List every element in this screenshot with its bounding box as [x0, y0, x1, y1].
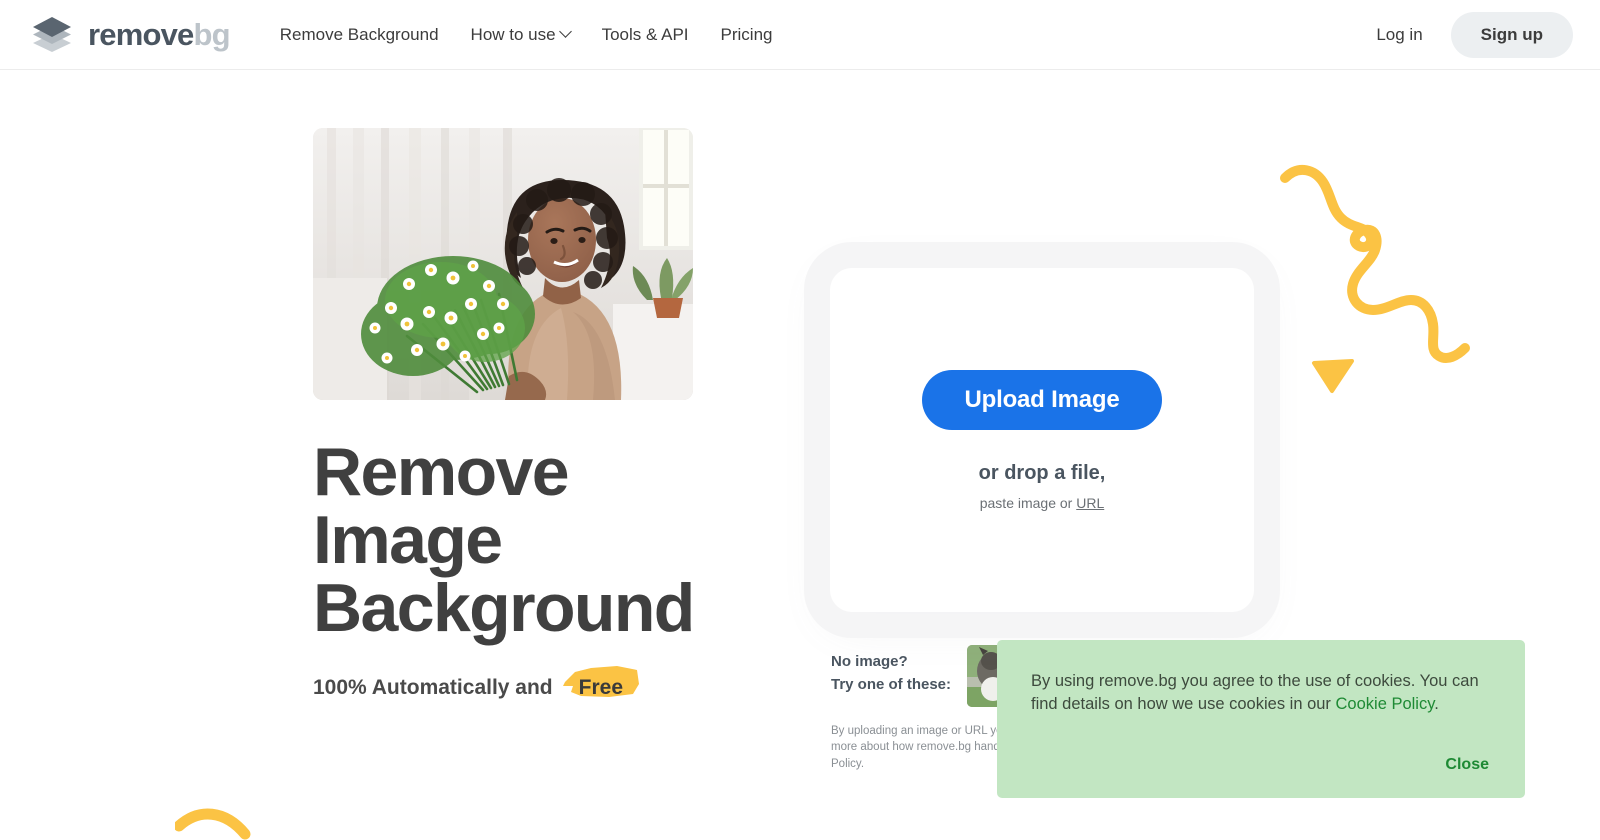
hero-subtitle-prefix: 100% Automatically and — [313, 676, 553, 699]
nav-item-pricing[interactable]: Pricing — [705, 17, 789, 53]
page-title-line1: Remove Image — [313, 434, 570, 578]
yellow-squiggle-line-decoration — [1275, 160, 1475, 375]
cookie-policy-link[interactable]: Cookie Policy — [1336, 695, 1435, 713]
main-navigation: Remove Background How to use Tools & API… — [264, 17, 789, 53]
nav-label: How to use — [470, 24, 556, 44]
nav-label: Remove Background — [279, 24, 439, 44]
page-title-line2: Background — [313, 570, 695, 646]
upload-dropzone[interactable]: Upload Image or drop a file, paste image… — [830, 268, 1254, 612]
upload-image-button[interactable]: Upload Image — [921, 369, 1163, 430]
signup-button[interactable]: Sign up — [1450, 11, 1573, 58]
cookie-text-after: . — [1434, 695, 1439, 714]
cookie-banner-text: By using remove.bg you agree to the use … — [1031, 670, 1491, 717]
nav-label: Tools & API — [601, 24, 689, 44]
chevron-down-icon — [558, 25, 572, 38]
yellow-arc-decoration — [173, 800, 265, 840]
login-link[interactable]: Log in — [1362, 17, 1436, 53]
yellow-triangle-decoration — [1310, 358, 1356, 399]
paste-hint: paste image or URL — [980, 495, 1105, 511]
sample-label-line2: Try one of these: — [831, 676, 952, 694]
sample-images-label: No image? Try one of these: — [831, 645, 951, 697]
brand-word-secondary: bg — [193, 17, 231, 52]
paste-hint-prefix: paste image or — [979, 494, 1077, 511]
paste-url-link[interactable]: URL — [1076, 495, 1104, 511]
header-actions: Log in Sign up — [1362, 11, 1573, 58]
cookie-consent-banner: By using remove.bg you agree to the use … — [997, 640, 1525, 798]
nav-item-tools-api[interactable]: Tools & API — [586, 17, 705, 53]
stacked-diamond-icon — [30, 16, 74, 54]
hero-section: Remove Image Background 100% Automatical… — [313, 128, 773, 702]
brand-logo-link[interactable]: removebg — [30, 16, 231, 54]
nav-item-how-to-use[interactable]: How to use — [455, 17, 586, 53]
brand-wordmark: removebg — [88, 17, 231, 52]
nav-item-remove-background[interactable]: Remove Background — [264, 17, 455, 53]
hero-subtitle-highlight: Free — [578, 676, 623, 699]
site-header: removebg Remove Background How to use To… — [0, 0, 1600, 70]
hero-photo — [313, 128, 693, 400]
hero-subtitle-highlight-wrap: Free — [562, 666, 639, 702]
nav-label: Pricing — [720, 24, 773, 44]
brand-word-primary: remove — [88, 17, 194, 52]
hero-subtitle: 100% Automatically and Free — [313, 666, 773, 702]
cookie-close-button[interactable]: Close — [1445, 756, 1489, 774]
page-title: Remove Image Background — [313, 438, 773, 642]
sample-label-line1: No image? — [831, 653, 908, 670]
drop-file-label: or drop a file, — [978, 461, 1106, 484]
